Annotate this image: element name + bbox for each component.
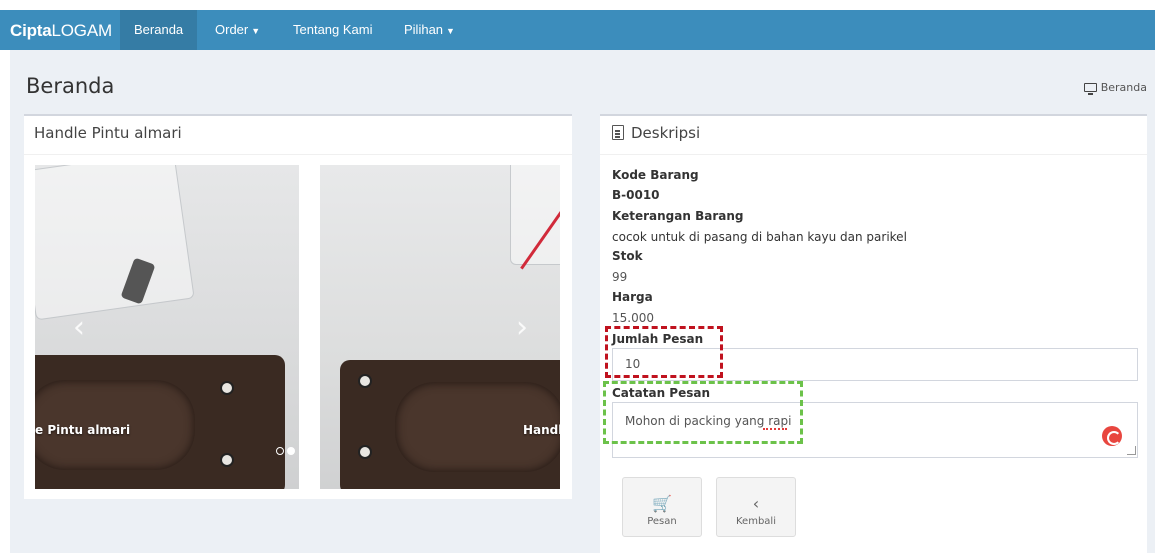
kode-barang-label: Kode Barang xyxy=(612,168,699,182)
harga-value: 15.000 xyxy=(612,311,654,325)
brand-logo[interactable]: CiptaLOGAM xyxy=(10,21,112,41)
navbar: CiptaLOGAM Beranda Order ▼ Tentang Kami P… xyxy=(0,10,1155,50)
monitor-icon xyxy=(1083,83,1097,95)
carousel-slide-right[interactable]: › Handl xyxy=(320,165,560,489)
kembali-button[interactable]: ‹ Kembali xyxy=(716,477,796,537)
slide-caption: e Pintu almari xyxy=(35,423,131,437)
pesan-button[interactable]: 🛒 Pesan xyxy=(622,477,702,537)
handle-plate-image xyxy=(35,355,285,489)
carousel-indicator[interactable] xyxy=(276,447,284,455)
nav-tentang-kami[interactable]: Tentang Kami xyxy=(279,10,387,50)
carousel-indicator-active[interactable] xyxy=(287,447,295,455)
caret-down-icon: ▼ xyxy=(446,26,455,36)
cart-icon: 🛒 xyxy=(652,494,672,513)
resize-handle-icon[interactable] xyxy=(1127,446,1136,455)
keterangan-label: Keterangan Barang xyxy=(612,209,744,223)
description-title: Deskripsi xyxy=(612,124,700,142)
breadcrumb[interactable]: Beranda xyxy=(1083,81,1147,95)
carousel-slide-left[interactable]: ‹ e Pintu almari xyxy=(35,165,299,489)
product-title: Handle Pintu almari xyxy=(34,124,182,142)
nav-order[interactable]: Order ▼ xyxy=(201,10,274,50)
divider xyxy=(600,154,1147,155)
stok-label: Stok xyxy=(612,249,643,263)
grammarly-icon[interactable] xyxy=(1102,426,1122,446)
nav-pilihan[interactable]: Pilihan ▼ xyxy=(390,10,469,50)
plastic-bag-image xyxy=(35,165,195,321)
document-icon xyxy=(612,125,624,140)
kode-barang-value: B-0010 xyxy=(612,188,660,202)
carousel-prev-icon[interactable]: ‹ xyxy=(73,310,85,345)
pesan-label: Pesan xyxy=(647,516,677,527)
slide-caption: Handl xyxy=(523,423,560,437)
nav-beranda[interactable]: Beranda xyxy=(120,10,198,50)
annotation-box-red xyxy=(605,326,723,378)
chevron-left-icon: ‹ xyxy=(752,494,760,513)
caret-down-icon: ▼ xyxy=(251,26,261,36)
carousel-next-icon[interactable]: › xyxy=(516,310,528,345)
divider xyxy=(24,154,572,155)
harga-label: Harga xyxy=(612,290,653,304)
page-title: Beranda xyxy=(26,74,115,98)
stok-value: 99 xyxy=(612,270,628,284)
keterangan-value: cocok untuk di pasang di bahan kayu dan … xyxy=(612,230,907,244)
annotation-box-green xyxy=(603,381,803,444)
kembali-label: Kembali xyxy=(736,516,776,527)
